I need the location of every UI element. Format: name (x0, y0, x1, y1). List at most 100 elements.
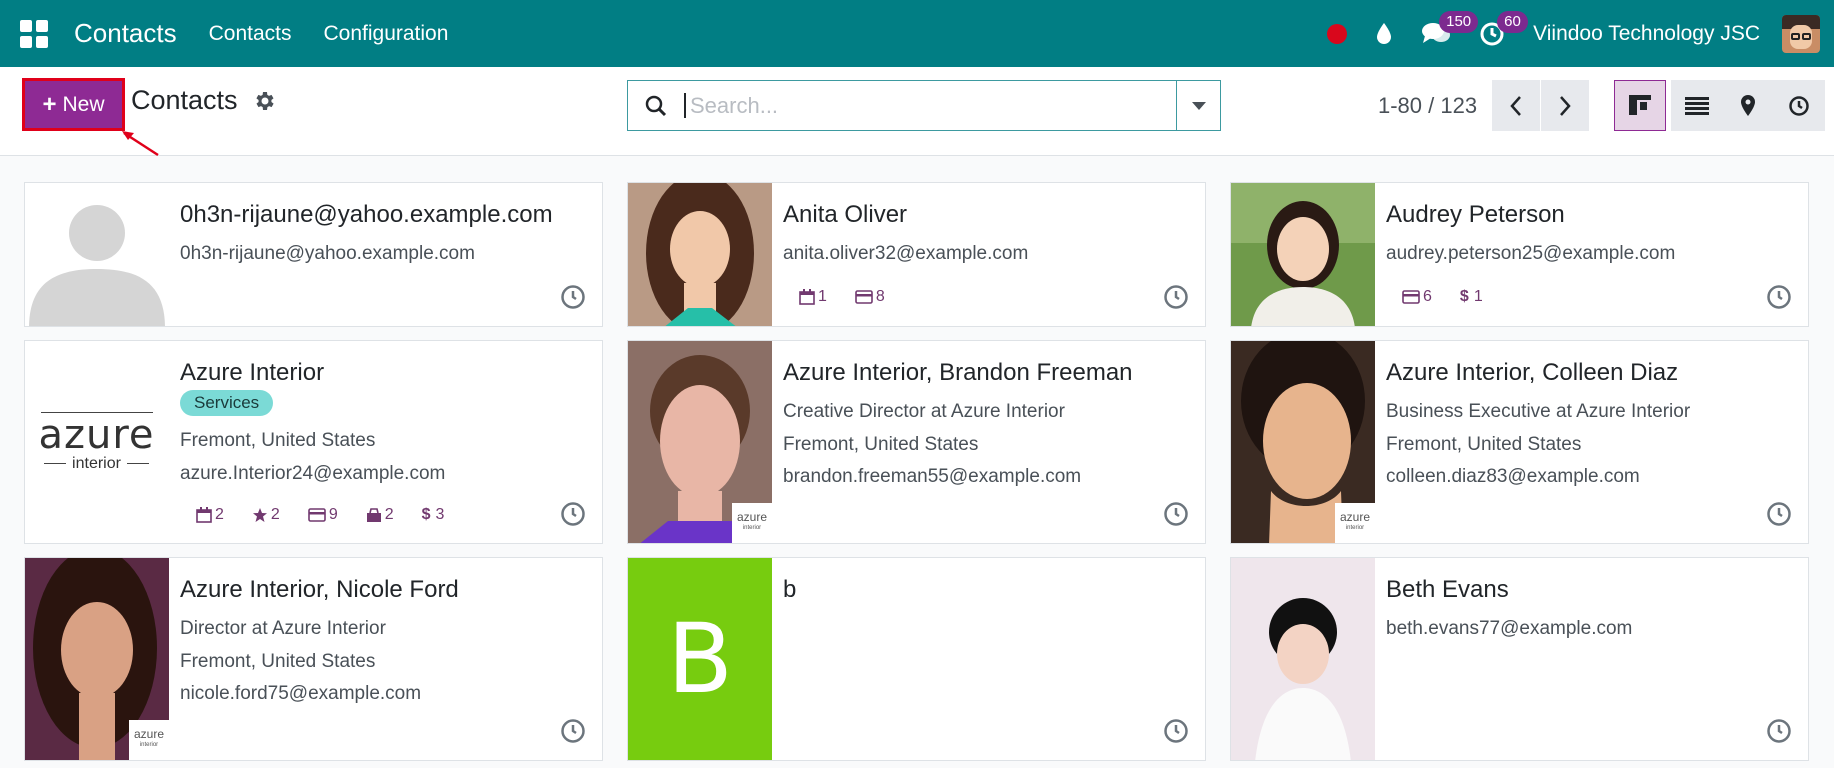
shopping-bag-icon (366, 508, 381, 522)
kanban-card[interactable]: 0h3n-rijaune@yahoo.example.com 0h3n-rija… (24, 182, 603, 327)
activity-clock-icon[interactable] (1766, 501, 1792, 527)
card-email: anita.oliver32@example.com (783, 243, 1029, 264)
meetings-stat[interactable]: 2 (196, 506, 224, 524)
card-stats: 6 $ 1 (1402, 288, 1511, 306)
breadcrumb: Contacts (131, 85, 276, 116)
map-view-button[interactable] (1722, 80, 1774, 131)
avatar (628, 183, 772, 326)
activity-view-button[interactable] (1773, 80, 1825, 131)
avatar (1231, 183, 1375, 326)
kanban-card[interactable]: B b (627, 557, 1206, 761)
invoices-stat[interactable]: 6 (1402, 288, 1432, 306)
person-placeholder-icon (29, 205, 165, 326)
search-options-toggle[interactable] (1176, 81, 1220, 130)
card-name: Azure Interior (180, 359, 325, 386)
chevron-left-icon (1510, 95, 1521, 116)
gear-icon[interactable] (252, 89, 276, 113)
invoices-stat[interactable]: 8 (855, 288, 885, 306)
amount-stat[interactable]: $ 3 (422, 506, 445, 524)
meetings-stat[interactable]: 1 (799, 288, 827, 306)
favorites-count: 2 (270, 506, 280, 523)
kanban-card[interactable]: azure interior Azure Interior, Colleen Di… (1230, 340, 1809, 544)
credit-card-icon (855, 290, 873, 304)
clock-icon (1789, 95, 1809, 116)
kanban-card[interactable]: Audrey Peterson audrey.peterson25@exampl… (1230, 182, 1809, 327)
kanban-card[interactable]: Anita Oliver anita.oliver32@example.com … (627, 182, 1206, 327)
control-panel: + New Contacts 1-80 / 123 (0, 67, 1834, 157)
star-icon (252, 508, 267, 522)
purchases-count: 2 (384, 506, 394, 523)
card-address: Fremont, United States (180, 651, 376, 672)
activity-clock-icon[interactable] (560, 284, 586, 310)
company-switcher[interactable]: Viindoo Technology JSC (1533, 22, 1760, 46)
card-email: beth.evans77@example.com (1386, 618, 1633, 639)
activity-clock-icon[interactable] (1163, 718, 1189, 744)
search-bar (627, 80, 1221, 131)
messages-icon[interactable]: 150 (1421, 10, 1479, 47)
invoices-count: 9 (328, 506, 338, 523)
activity-clock-icon[interactable] (1766, 284, 1792, 310)
kanban-card[interactable]: azure interior Azure Interior Services F… (24, 340, 603, 544)
credit-card-icon (308, 508, 326, 522)
activity-clock-icon[interactable] (1766, 718, 1792, 744)
activities-clock-icon[interactable]: 60 (1479, 10, 1528, 47)
invoices-count: 6 (1423, 288, 1432, 305)
logo-text: azure (38, 411, 155, 458)
pager-value[interactable]: 1-80 / 123 (1378, 93, 1477, 119)
kanban-icon (1629, 94, 1651, 115)
list-icon (1685, 96, 1709, 115)
card-job-title: Director at Azure Interior (180, 618, 386, 639)
user-avatar[interactable] (1782, 14, 1820, 53)
meetings-count: 2 (215, 506, 224, 523)
amount-count: 3 (435, 506, 445, 523)
avatar: azure interior (1231, 341, 1375, 543)
card-email: colleen.diaz83@example.com (1386, 466, 1640, 487)
nav-configuration[interactable]: Configuration (323, 22, 448, 46)
company-mini-logo: azure interior (129, 720, 169, 760)
activity-clock-icon[interactable] (560, 718, 586, 744)
kanban-card[interactable]: azure interior Azure Interior, Nicole For… (24, 557, 603, 761)
chevron-right-icon (1560, 95, 1571, 116)
category-tag[interactable]: Services (180, 390, 274, 416)
card-name: Azure Interior, Colleen Diaz (1386, 359, 1679, 386)
card-job-title: Creative Director at Azure Interior (783, 401, 1065, 422)
card-email: audrey.peterson25@example.com (1386, 243, 1676, 264)
page-title: Contacts (131, 85, 238, 115)
pager-previous-button[interactable] (1492, 80, 1540, 131)
kanban-view-button[interactable] (1614, 80, 1666, 131)
app-brand[interactable]: Contacts (74, 18, 177, 49)
caret-down-icon (1191, 101, 1206, 110)
nav-contacts[interactable]: Contacts (209, 22, 292, 46)
credit-card-icon (1402, 290, 1420, 304)
drop-icon[interactable] (1375, 22, 1393, 46)
card-stats: 2 2 9 2 $ 3 (196, 506, 472, 524)
letter-avatar: B (628, 558, 772, 760)
list-view-button[interactable] (1671, 80, 1723, 131)
card-name: Azure Interior, Brandon Freeman (783, 359, 1133, 386)
activity-clock-icon[interactable] (1163, 501, 1189, 527)
kanban-card[interactable]: Beth Evans beth.evans77@example.com (1230, 557, 1809, 761)
meetings-count: 1 (818, 288, 827, 305)
recording-dot-icon[interactable] (1327, 23, 1348, 44)
map-pin-icon (1741, 94, 1755, 116)
purchases-stat[interactable]: 2 (366, 506, 394, 524)
card-email: azure.Interior24@example.com (180, 463, 446, 484)
apps-menu-icon[interactable] (20, 19, 48, 48)
company-mini-logo: azure interior (732, 503, 772, 543)
pager-next-button[interactable] (1541, 80, 1589, 131)
activity-clock-icon[interactable] (1163, 284, 1189, 310)
avatar: azure interior (25, 558, 169, 760)
new-button[interactable]: + New (22, 78, 125, 131)
calendar-icon (799, 289, 815, 305)
amount-stat[interactable]: $ 1 (1460, 288, 1483, 306)
annotation-arrow-icon (122, 131, 159, 157)
messages-badge: 150 (1439, 10, 1479, 33)
favorites-stat[interactable]: 2 (252, 506, 280, 524)
search-input[interactable] (684, 93, 1176, 118)
card-name: 0h3n-rijaune@yahoo.example.com (180, 201, 553, 228)
kanban-card[interactable]: azure interior Azure Interior, Brandon Fr… (627, 340, 1206, 544)
activity-clock-icon[interactable] (560, 501, 586, 527)
card-stats: 1 8 (799, 288, 913, 306)
search-icon[interactable] (628, 81, 684, 130)
invoices-stat[interactable]: 9 (308, 506, 338, 524)
